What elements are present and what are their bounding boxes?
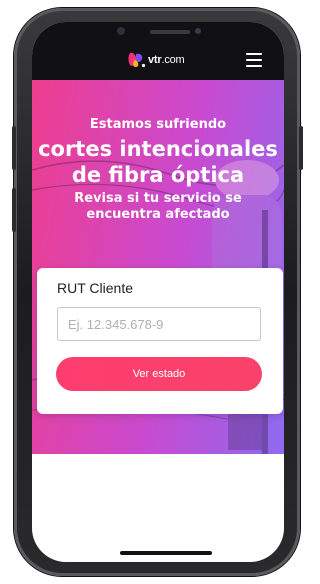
vtr-logo[interactable]: vtr.com [128, 52, 185, 68]
rut-input[interactable] [57, 307, 261, 341]
hamburger-icon[interactable] [246, 53, 262, 67]
hero-subtitle: Estamos sufriendo [89, 117, 227, 132]
hero-banner: Estamos sufriendo cortes intencionales d… [32, 80, 284, 454]
ver-estado-button[interactable]: Ver estado [56, 357, 262, 391]
phone-screen: vtr.com Estamos sufriendo cortes intenci… [32, 22, 284, 562]
hero-cta-line-2: encuentra afectado [86, 207, 230, 222]
phone-side-button [12, 126, 16, 170]
speaker-grille [150, 30, 190, 34]
site-header: vtr.com [32, 22, 284, 80]
logo-text: vtr.com [148, 54, 185, 66]
vtr-logo-mark-icon [128, 52, 146, 68]
home-indicator [120, 551, 212, 555]
hero-cta-line-1: Revisa si tu servicio se [74, 191, 242, 206]
phone-side-button [299, 126, 303, 170]
phone-side-button [12, 188, 16, 232]
hero-title-line-2: de fibra óptica [71, 163, 245, 187]
front-camera [117, 27, 125, 35]
proximity-sensor [195, 28, 201, 34]
hero-text: Estamos sufriendo cortes intencionales d… [32, 116, 284, 223]
rut-lookup-card: RUT Cliente Ver estado [37, 268, 283, 414]
hero-title-line-1: cortes intencionales [38, 137, 278, 161]
rut-field-label: RUT Cliente [57, 280, 133, 296]
